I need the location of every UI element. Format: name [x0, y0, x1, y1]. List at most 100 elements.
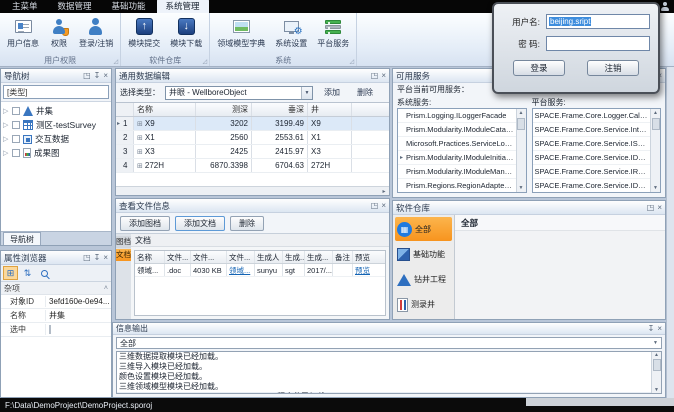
column-header[interactable]: 生成... — [283, 251, 305, 263]
user-icon[interactable] — [661, 2, 669, 12]
scroll-down-icon[interactable]: ▼ — [653, 184, 658, 192]
list-item[interactable]: SPACE.Frame.Core.Service.IResourceSer... — [533, 165, 651, 179]
category-basic-functions[interactable]: 基础功能 — [395, 242, 452, 266]
expander-icon[interactable]: ▷ — [3, 149, 9, 157]
tree-item-result-map[interactable]: ▷ 成果图 — [1, 146, 111, 160]
output-filter-combo[interactable]: 全部 ▼ — [116, 337, 662, 349]
checkbox[interactable] — [49, 325, 51, 334]
scroll-up-icon[interactable]: ▲ — [519, 109, 524, 117]
tree-item-survey[interactable]: ▷ 测区-testSurvey — [1, 118, 111, 132]
tab-drawings[interactable]: 图档 — [116, 236, 131, 248]
float-window-icon[interactable]: ◳ — [371, 201, 379, 211]
scroll-up-icon[interactable]: ▲ — [653, 109, 658, 117]
close-icon[interactable]: × — [381, 71, 386, 81]
expander-icon[interactable]: ▷ — [3, 107, 9, 115]
checkbox[interactable] — [12, 121, 20, 129]
list-item[interactable]: Prism.Logging.ILoggerFacade — [398, 109, 516, 123]
float-window-icon[interactable]: ◳ — [83, 71, 91, 81]
column-header[interactable]: 生成人 — [255, 251, 283, 263]
list-item[interactable]: Microsoft.Practices.ServiceLocation.ISer… — [398, 137, 516, 151]
vertical-scrollbar[interactable]: ▲ ▼ — [516, 109, 526, 192]
nav-tree-tab[interactable]: 导航树 — [3, 232, 41, 245]
pin-icon[interactable]: ↧ — [648, 324, 655, 334]
scroll-down-icon[interactable]: ▼ — [519, 184, 524, 192]
expand-plus-icon[interactable]: ⊞ — [137, 134, 143, 142]
log-line[interactable]: 颜色设置模块已经加载。 — [117, 372, 651, 382]
vertical-scrollbar[interactable]: ▲ ▼ — [650, 109, 660, 192]
password-field[interactable] — [546, 36, 650, 51]
property-row[interactable]: 对象ID 3efd160e-0e94... — [1, 295, 111, 309]
search-button[interactable] — [37, 266, 52, 280]
tree-item-interactive-data[interactable]: ▷ 交互数据 — [1, 132, 111, 146]
expand-plus-icon[interactable]: ⊞ — [137, 120, 143, 128]
user-info-button[interactable]: 用户信息 — [2, 15, 44, 54]
table-row[interactable]: 4 ⊞272H 6870.3398 6704.63 272H — [116, 159, 389, 173]
checkbox[interactable] — [12, 107, 20, 115]
close-icon[interactable]: × — [103, 253, 108, 263]
tree-filter-input[interactable]: [类型] — [3, 85, 109, 99]
column-header[interactable]: 文件... — [165, 251, 191, 263]
tab-documents[interactable]: 文档 — [116, 249, 131, 261]
expander-icon[interactable]: ▷ — [3, 121, 9, 129]
login-logout-button[interactable]: 登录/注销 — [74, 15, 118, 54]
log-line[interactable]: 三维领域模型模块已经加载。 — [117, 382, 651, 392]
system-settings-button[interactable]: ⚙ 系统设置 — [270, 15, 312, 54]
column-header[interactable]: 名称 — [135, 251, 165, 263]
table-row[interactable]: 3 ⊞X3 2425 2415.97 X3 — [116, 145, 389, 159]
expand-plus-icon[interactable]: ⊞ — [137, 148, 143, 156]
pin-icon[interactable]: ↧ — [94, 253, 101, 263]
list-item[interactable]: Prism.Modularity.IModuleCatalog — [398, 123, 516, 137]
tab-data-management[interactable]: 数据管理 — [49, 0, 101, 13]
log-line[interactable]: 三维数据提取模块已经加载。 — [117, 352, 651, 362]
column-header[interactable]: 备注 — [333, 251, 353, 263]
scroll-right-icon[interactable]: ▸ — [379, 188, 389, 195]
expand-plus-icon[interactable]: ⊞ — [137, 162, 143, 170]
column-header[interactable]: 文件... — [191, 251, 227, 263]
sort-alpha-button[interactable]: ⇅ — [20, 266, 35, 280]
category-row[interactable]: 杂项 ˄ — [1, 282, 111, 295]
column-header[interactable]: 名称 — [134, 103, 196, 116]
checkbox[interactable] — [12, 149, 20, 157]
vertical-scrollbar[interactable]: ▲ ▼ — [651, 352, 661, 393]
table-row[interactable]: 2 ⊞X1 2560 2553.61 X1 — [116, 131, 389, 145]
preview-link[interactable]: 预览 — [355, 265, 370, 276]
add-button[interactable]: 添加 — [318, 87, 346, 98]
property-value[interactable]: 3efd160e-0e94... — [46, 297, 111, 306]
tab-main-menu[interactable]: 主菜单 — [3, 0, 47, 13]
log-line[interactable]: 'F:\Data\DemoProject\DemoProject.sporoj'… — [117, 392, 651, 393]
module-submit-button[interactable]: ↑ 模块提交 — [123, 15, 165, 54]
scroll-up-icon[interactable]: ▲ — [654, 352, 659, 358]
category-well-logging[interactable]: 测录井 — [395, 293, 452, 317]
scrollbar-thumb[interactable] — [517, 118, 525, 130]
list-item[interactable]: SPACE.Frame.Core.Service.IDataContext — [533, 179, 651, 192]
login-button[interactable]: 登录 — [513, 60, 565, 76]
pin-icon[interactable]: ↧ — [94, 71, 101, 81]
add-drawing-button[interactable]: 添加图档 — [120, 216, 170, 231]
float-window-icon[interactable]: ◳ — [371, 71, 379, 81]
float-window-icon[interactable]: ◳ — [647, 203, 655, 213]
column-header[interactable]: 文件... — [227, 251, 255, 263]
column-header[interactable]: 垂深 — [252, 103, 308, 116]
table-row[interactable]: ▸1 ⊞X9 3202 3199.49 X9 — [116, 117, 389, 131]
delete-button[interactable]: 删除 — [351, 87, 379, 98]
scrollbar-thumb[interactable] — [653, 359, 661, 371]
delete-file-button[interactable]: 删除 — [230, 216, 264, 231]
file-link[interactable]: 领域... — [229, 265, 250, 276]
permissions-button[interactable]: 权限 — [44, 15, 74, 54]
list-item[interactable]: SPACE.Frame.Core.Service.ISecurityServic… — [533, 137, 651, 151]
category-all[interactable]: ▦ 全部 — [395, 217, 452, 241]
close-icon[interactable]: × — [103, 71, 108, 81]
domain-model-dict-button[interactable]: 领域模型字典 — [212, 15, 270, 54]
category-drilling-engineering[interactable]: 钻井工程 — [395, 268, 452, 292]
column-header[interactable]: 井 — [308, 103, 352, 116]
float-window-icon[interactable]: ◳ — [83, 253, 91, 263]
column-header[interactable]: 预览 — [353, 251, 385, 263]
close-icon[interactable]: × — [657, 324, 662, 334]
add-document-button[interactable]: 添加文档 — [175, 216, 225, 231]
dialog-launcher-icon[interactable]: ◿ — [350, 58, 355, 65]
module-download-button[interactable]: ↓ 模块下载 — [165, 15, 207, 54]
list-item[interactable]: Prism.Modularity.IModuleManager — [398, 165, 516, 179]
log-line[interactable]: 三维导入模块已经加载。 — [117, 362, 651, 372]
username-field[interactable]: beijing.sript — [546, 14, 650, 29]
tab-basic-functions[interactable]: 基础功能 — [103, 0, 155, 13]
